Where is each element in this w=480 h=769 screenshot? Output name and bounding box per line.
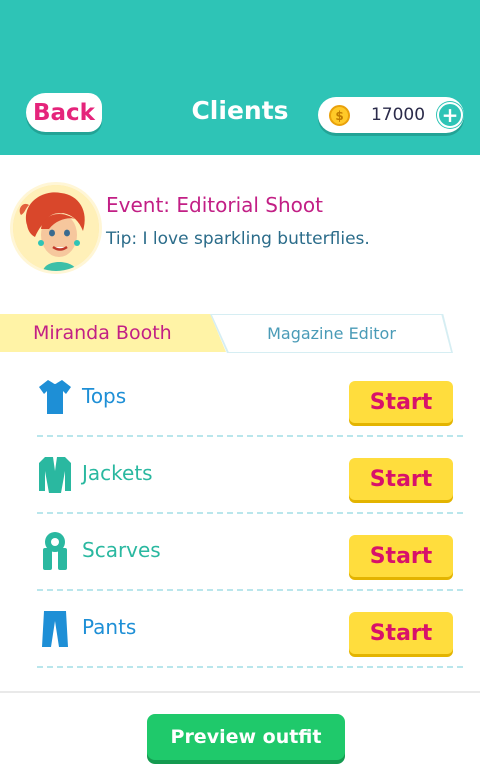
category-label: Pants bbox=[82, 615, 137, 639]
category-row-scarves: Scarves Start bbox=[37, 514, 463, 591]
jacket-icon bbox=[39, 457, 71, 493]
top-bar: Back Clients $ 17000 + bbox=[0, 0, 480, 155]
category-row-tops: Tops Start bbox=[37, 360, 463, 437]
start-jackets-button[interactable]: Start bbox=[349, 458, 453, 500]
category-label: Tops bbox=[82, 384, 127, 408]
category-label: Jackets bbox=[82, 461, 153, 485]
coin-balance: $ 17000 + bbox=[318, 97, 464, 133]
add-coins-button[interactable]: + bbox=[437, 102, 463, 128]
pants-icon bbox=[42, 611, 68, 647]
category-label: Scarves bbox=[82, 538, 161, 562]
category-list: Tops Start Jackets Start Scarves Start P… bbox=[37, 360, 463, 668]
start-tops-button[interactable]: Start bbox=[349, 381, 453, 423]
start-scarves-button[interactable]: Start bbox=[349, 535, 453, 577]
event-description: Event: Editorial Shoot bbox=[106, 193, 323, 217]
footer-divider bbox=[0, 691, 480, 693]
start-pants-button[interactable]: Start bbox=[349, 612, 453, 654]
tab-client-name[interactable]: Miranda Booth bbox=[0, 314, 226, 352]
tab-client-role[interactable]: Magazine Editor bbox=[212, 315, 451, 352]
client-avatar bbox=[10, 182, 102, 274]
category-row-pants: Pants Start bbox=[37, 591, 463, 668]
coin-count: 17000 bbox=[370, 105, 426, 125]
category-row-jackets: Jackets Start bbox=[37, 437, 463, 514]
coin-icon: $ bbox=[329, 105, 350, 126]
preview-outfit-button[interactable]: Preview outfit bbox=[147, 714, 345, 760]
scarf-icon bbox=[43, 532, 67, 570]
shirt-icon bbox=[39, 380, 71, 414]
client-tip: Tip: I love sparkling butterflies. bbox=[106, 229, 370, 249]
